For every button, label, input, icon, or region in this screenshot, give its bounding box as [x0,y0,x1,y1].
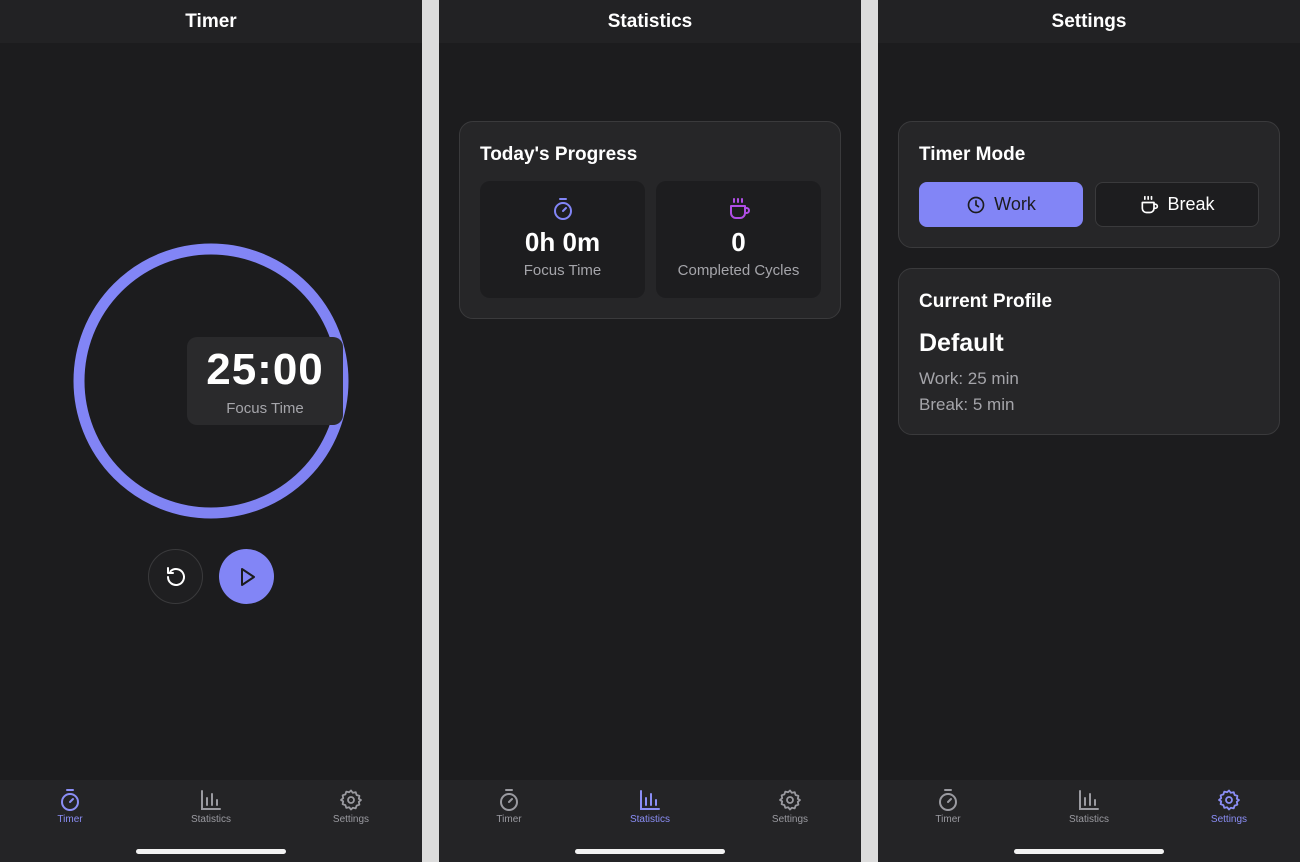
time-display: 25:00 Focus Time [187,337,343,425]
current-profile-card: Current Profile Default Work: 25 min Bre… [898,268,1280,435]
reset-icon [166,566,185,586]
nav-bar: Statistics [439,0,861,43]
profile-work-duration: Work: 25 min [919,369,1019,388]
time-value: 25:00 [206,344,324,394]
play-button[interactable] [219,549,274,604]
button-label: Break [1167,194,1215,214]
page-title: Timer [185,10,237,32]
tab-settings[interactable]: Settings [1179,788,1279,828]
gear-icon [779,789,801,811]
tab-statistics[interactable]: Statistics [161,788,261,828]
tab-label: Statistics [1068,814,1109,825]
nav-bar: Timer [0,0,422,43]
bar-chart-icon [640,790,660,810]
home-indicator[interactable] [1014,849,1164,854]
completed-cycles-stat: 0 Completed Cycles [656,181,821,298]
clock-icon [967,196,985,213]
tab-label: Statistics [190,814,231,825]
tab-statistics[interactable]: Statistics [1039,788,1139,828]
settings-screen: Settings Timer Mode Work Break Current P… [878,0,1300,862]
tab-label: Settings [1210,814,1248,825]
todays-progress-card: Today's Progress 0h 0m Focus Time 0 Comp… [459,121,841,319]
stopwatch-icon [500,789,518,811]
tab-settings[interactable]: Settings [301,788,401,828]
nav-bar: Settings [878,0,1300,43]
profile-name: Default [919,329,1004,357]
home-indicator[interactable] [575,849,725,854]
home-indicator[interactable] [136,849,286,854]
gear-icon [1218,789,1240,811]
coffee-cup-icon [729,198,750,219]
card-title: Timer Mode [919,144,1026,165]
time-label: Focus Time [226,399,304,417]
stat-value: 0 [731,227,746,257]
stopwatch-icon [939,789,957,811]
card-title: Current Profile [919,291,1053,312]
card-title: Today's Progress [480,144,638,165]
work-mode-button[interactable]: Work [919,182,1083,227]
statistics-screen: Statistics Today's Progress 0h 0m Focus … [439,0,861,862]
tab-label: Timer [57,814,83,825]
bar-chart-icon [1079,790,1099,810]
stat-value: 0h 0m [524,227,601,257]
tab-timer[interactable]: Timer [459,788,559,828]
page-title: Settings [1051,10,1127,32]
tab-label: Statistics [629,814,670,825]
stopwatch-icon [553,198,572,220]
tab-settings[interactable]: Settings [740,788,840,828]
tab-timer[interactable]: Timer [20,788,120,828]
reset-button[interactable] [148,549,203,604]
timer-screen: Timer 25:00 Focus Time Timer Statistics … [0,0,422,862]
tab-label: Settings [771,814,809,825]
tab-statistics[interactable]: Statistics [600,788,700,828]
tab-label: Settings [332,814,370,825]
bar-chart-icon [201,790,221,810]
break-mode-button[interactable]: Break [1095,182,1259,227]
focus-time-stat: 0h 0m Focus Time [480,181,645,298]
tab-timer[interactable]: Timer [898,788,998,828]
profile-break-duration: Break: 5 min [919,395,1015,414]
stat-label: Focus Time [523,262,602,279]
gear-icon [340,789,362,811]
page-title: Statistics [607,10,693,32]
tab-label: Timer [935,814,961,825]
play-icon [240,567,255,586]
stopwatch-icon [61,789,79,811]
stat-label: Completed Cycles [677,262,800,279]
timer-mode-card: Timer Mode Work Break [898,121,1280,248]
tab-label: Timer [496,814,522,825]
button-label: Work [994,194,1036,214]
coffee-cup-icon [1141,195,1159,213]
